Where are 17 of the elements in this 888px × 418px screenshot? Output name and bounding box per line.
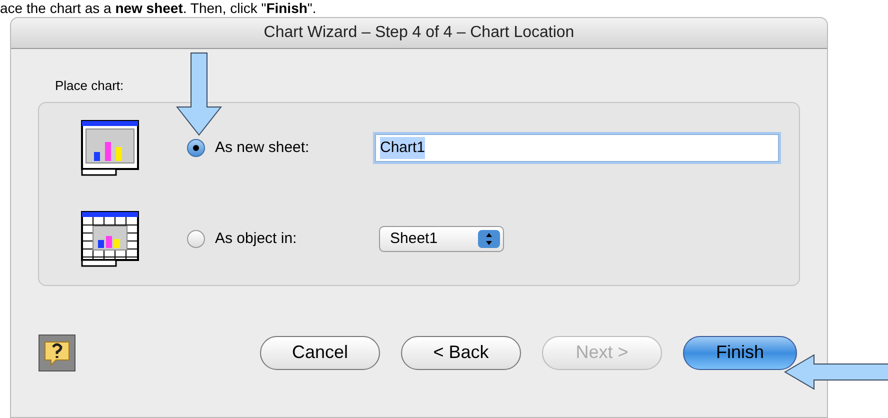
sheet-name-field[interactable]: Chart1 <box>375 134 779 162</box>
spreadsheet-chart-icon <box>81 211 139 267</box>
instruction-text: ace the chart as a new sheet. Then, click "Finish". <box>0 0 316 17</box>
radio-button[interactable] <box>187 230 205 248</box>
chart-sheet-icon <box>81 120 139 176</box>
group-label: Place chart: <box>55 77 125 95</box>
field-value: Chart1 <box>380 136 426 160</box>
radio-button[interactable] <box>187 139 205 157</box>
option-label: As new sheet: <box>215 138 310 158</box>
option-label: As object in: <box>215 228 298 249</box>
dialog-button[interactable]: Cancel <box>260 336 380 370</box>
dialog-button[interactable]: < Back <box>401 336 521 370</box>
title-bar: Chart Wizard – Step 4 of 4 – Chart Location <box>11 18 827 49</box>
default-button[interactable]: Finish <box>683 336 797 370</box>
stepper-icon <box>478 230 500 248</box>
sheet-dropdown[interactable]: Sheet1 <box>379 226 504 252</box>
help-icon[interactable] <box>38 334 76 372</box>
